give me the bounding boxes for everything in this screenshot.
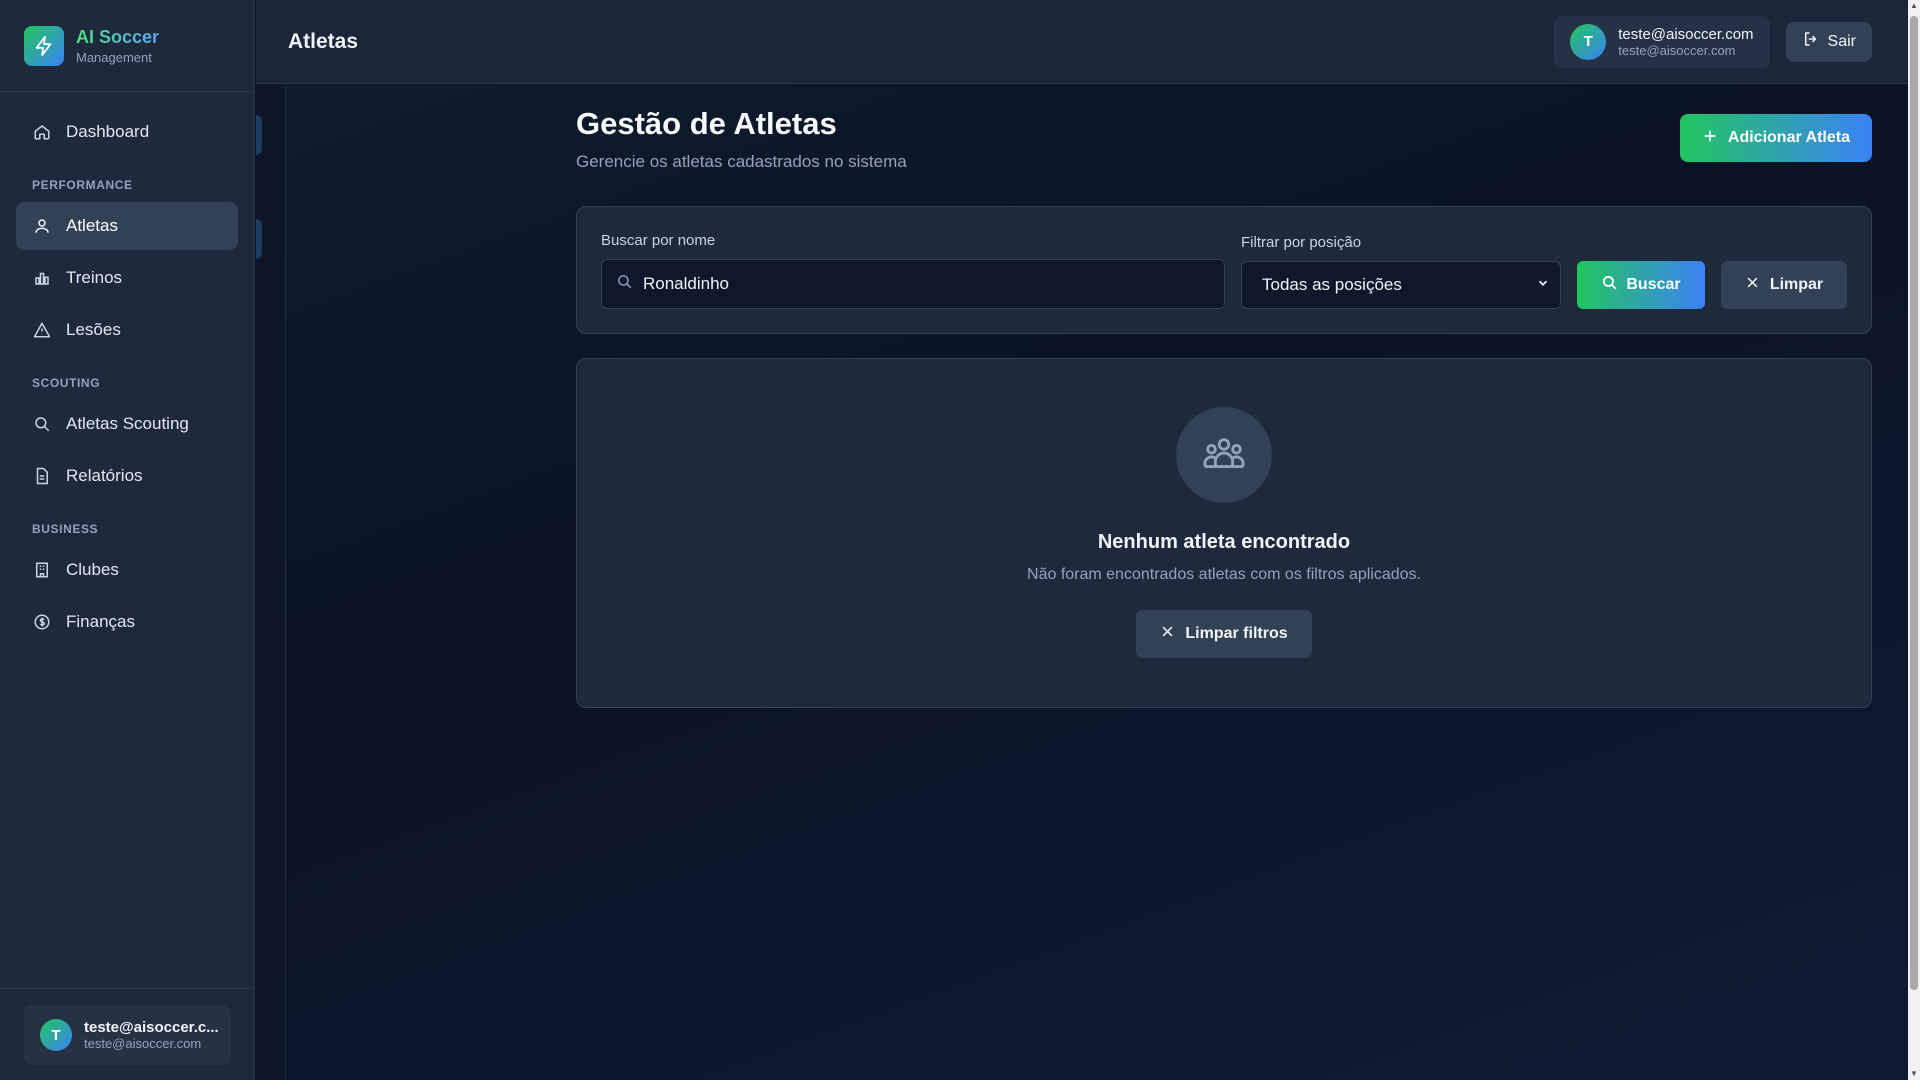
- topbar-user[interactable]: T teste@aisoccer.com teste@aisoccer.com: [1554, 15, 1770, 68]
- collapsed-panel: [256, 85, 286, 1080]
- sidebar-footer: T teste@aisoccer.c... teste@aisoccer.com: [0, 988, 254, 1080]
- sidebar-item-label: Finanças: [66, 612, 135, 631]
- user-name: teste@aisoccer.com: [1618, 25, 1754, 43]
- search-button-label: Buscar: [1626, 276, 1681, 293]
- search-icon: [32, 414, 52, 434]
- position-select[interactable]: Todas as posições: [1241, 261, 1561, 309]
- users-group-icon: [1176, 407, 1272, 503]
- sidebar-item-label: Atletas Scouting: [66, 414, 189, 433]
- scroll-thumb[interactable]: [1910, 16, 1918, 990]
- position-select-value: Todas as posições: [1262, 275, 1402, 294]
- document-icon: [32, 466, 52, 486]
- sidebar-item-treinos[interactable]: Treinos: [16, 254, 238, 302]
- sidebar-item-atletas-scouting[interactable]: Atletas Scouting: [16, 400, 238, 448]
- clear-button[interactable]: Limpar: [1720, 261, 1847, 309]
- sidebar-user-card[interactable]: T teste@aisoccer.c... teste@aisoccer.com: [24, 1005, 231, 1065]
- brand-title: AI Soccer: [76, 26, 160, 47]
- empty-state: Nenhum atleta encontrado Não foram encon…: [576, 358, 1872, 708]
- avatar: T: [1570, 23, 1607, 60]
- sidebar-item-label: Relatórios: [66, 466, 143, 485]
- chevron-down-icon: [1536, 275, 1550, 295]
- empty-state-text: Não foram encontrados atletas com os fil…: [1027, 566, 1421, 583]
- sidebar-item-atletas[interactable]: Atletas: [16, 202, 238, 250]
- position-filter-label: Filtrar por posição: [1241, 234, 1362, 251]
- search-icon: [1601, 274, 1618, 296]
- brand[interactable]: AI Soccer Management: [0, 0, 254, 92]
- search-label: Buscar por nome: [601, 232, 716, 249]
- page-title: Gestão de Atletas: [576, 106, 837, 141]
- user-name: teste@aisoccer.c...: [84, 1019, 219, 1036]
- sidebar: AI Soccer Management Dashboard PERFORMAN…: [0, 0, 255, 1080]
- topbar: Atletas T teste@aisoccer.com teste@aisoc…: [256, 0, 1908, 84]
- scroll-up-icon[interactable]: ▲: [1910, 2, 1918, 10]
- sidebar-item-label: Treinos: [66, 268, 123, 287]
- scroll-down-icon[interactable]: ▼: [1910, 1070, 1918, 1078]
- add-athlete-label: Adicionar Atleta: [1727, 129, 1850, 146]
- bar-chart-icon: [32, 268, 52, 288]
- clear-filters-label: Limpar filtros: [1185, 625, 1288, 642]
- sidebar-item-label: Atletas: [66, 216, 118, 235]
- clear-filters-button[interactable]: Limpar filtros: [1136, 610, 1312, 658]
- lightning-icon: [24, 25, 64, 66]
- home-icon: [32, 122, 52, 142]
- search-input[interactable]: [643, 274, 1203, 294]
- search-button[interactable]: Buscar: [1577, 261, 1705, 309]
- page-subtitle: Gerencie os atletas cadastrados no siste…: [576, 152, 907, 171]
- collapsed-panel-marker: [256, 115, 262, 155]
- sidebar-item-label: Clubes: [66, 560, 119, 579]
- nav-section-business: BUSINESS: [32, 522, 99, 536]
- logout-button[interactable]: Sair: [1785, 21, 1872, 62]
- page-header-title: Atletas: [288, 29, 359, 53]
- collapsed-panel-marker: [256, 219, 262, 259]
- nav-section-performance: PERFORMANCE: [32, 178, 133, 192]
- add-athlete-button[interactable]: Adicionar Atleta: [1679, 114, 1872, 162]
- logout-label: Sair: [1827, 32, 1856, 50]
- plus-icon: [1702, 128, 1718, 149]
- close-icon: [1160, 624, 1175, 644]
- filter-card: Buscar por nome Filtrar por posição Toda…: [576, 206, 1872, 334]
- sidebar-nav: Dashboard PERFORMANCE Atletas Treinos Le…: [0, 92, 254, 988]
- sidebar-item-financas[interactable]: Finanças: [16, 598, 238, 646]
- building-icon: [32, 560, 52, 580]
- nav-section-scouting: SCOUTING: [32, 376, 101, 390]
- sidebar-item-dashboard[interactable]: Dashboard: [16, 108, 238, 156]
- warning-icon: [32, 320, 52, 340]
- empty-state-title: Nenhum atleta encontrado: [1097, 531, 1351, 553]
- avatar: T: [40, 1019, 72, 1051]
- sidebar-item-lesoes[interactable]: Lesões: [16, 306, 238, 354]
- sidebar-item-label: Dashboard: [66, 122, 150, 141]
- brand-subtitle: Management: [76, 49, 152, 65]
- user-icon: [32, 216, 52, 236]
- user-email: teste@aisoccer.com: [84, 1036, 202, 1051]
- scrollbar[interactable]: ▲ ▼: [1908, 0, 1920, 1080]
- sidebar-item-relatorios[interactable]: Relatórios: [16, 452, 238, 500]
- dollar-icon: [32, 612, 52, 632]
- main-area: Atletas T teste@aisoccer.com teste@aisoc…: [256, 0, 1908, 1080]
- logout-icon: [1802, 30, 1820, 53]
- search-icon: [616, 273, 633, 295]
- user-email: teste@aisoccer.com: [1618, 42, 1736, 58]
- close-icon: [1745, 275, 1760, 295]
- sidebar-item-clubes[interactable]: Clubes: [16, 546, 238, 594]
- sidebar-item-label: Lesões: [66, 320, 121, 339]
- content: Gestão de Atletas Gerencie os atletas ca…: [576, 84, 1872, 708]
- search-field[interactable]: [601, 259, 1225, 309]
- clear-button-label: Limpar: [1769, 276, 1824, 293]
